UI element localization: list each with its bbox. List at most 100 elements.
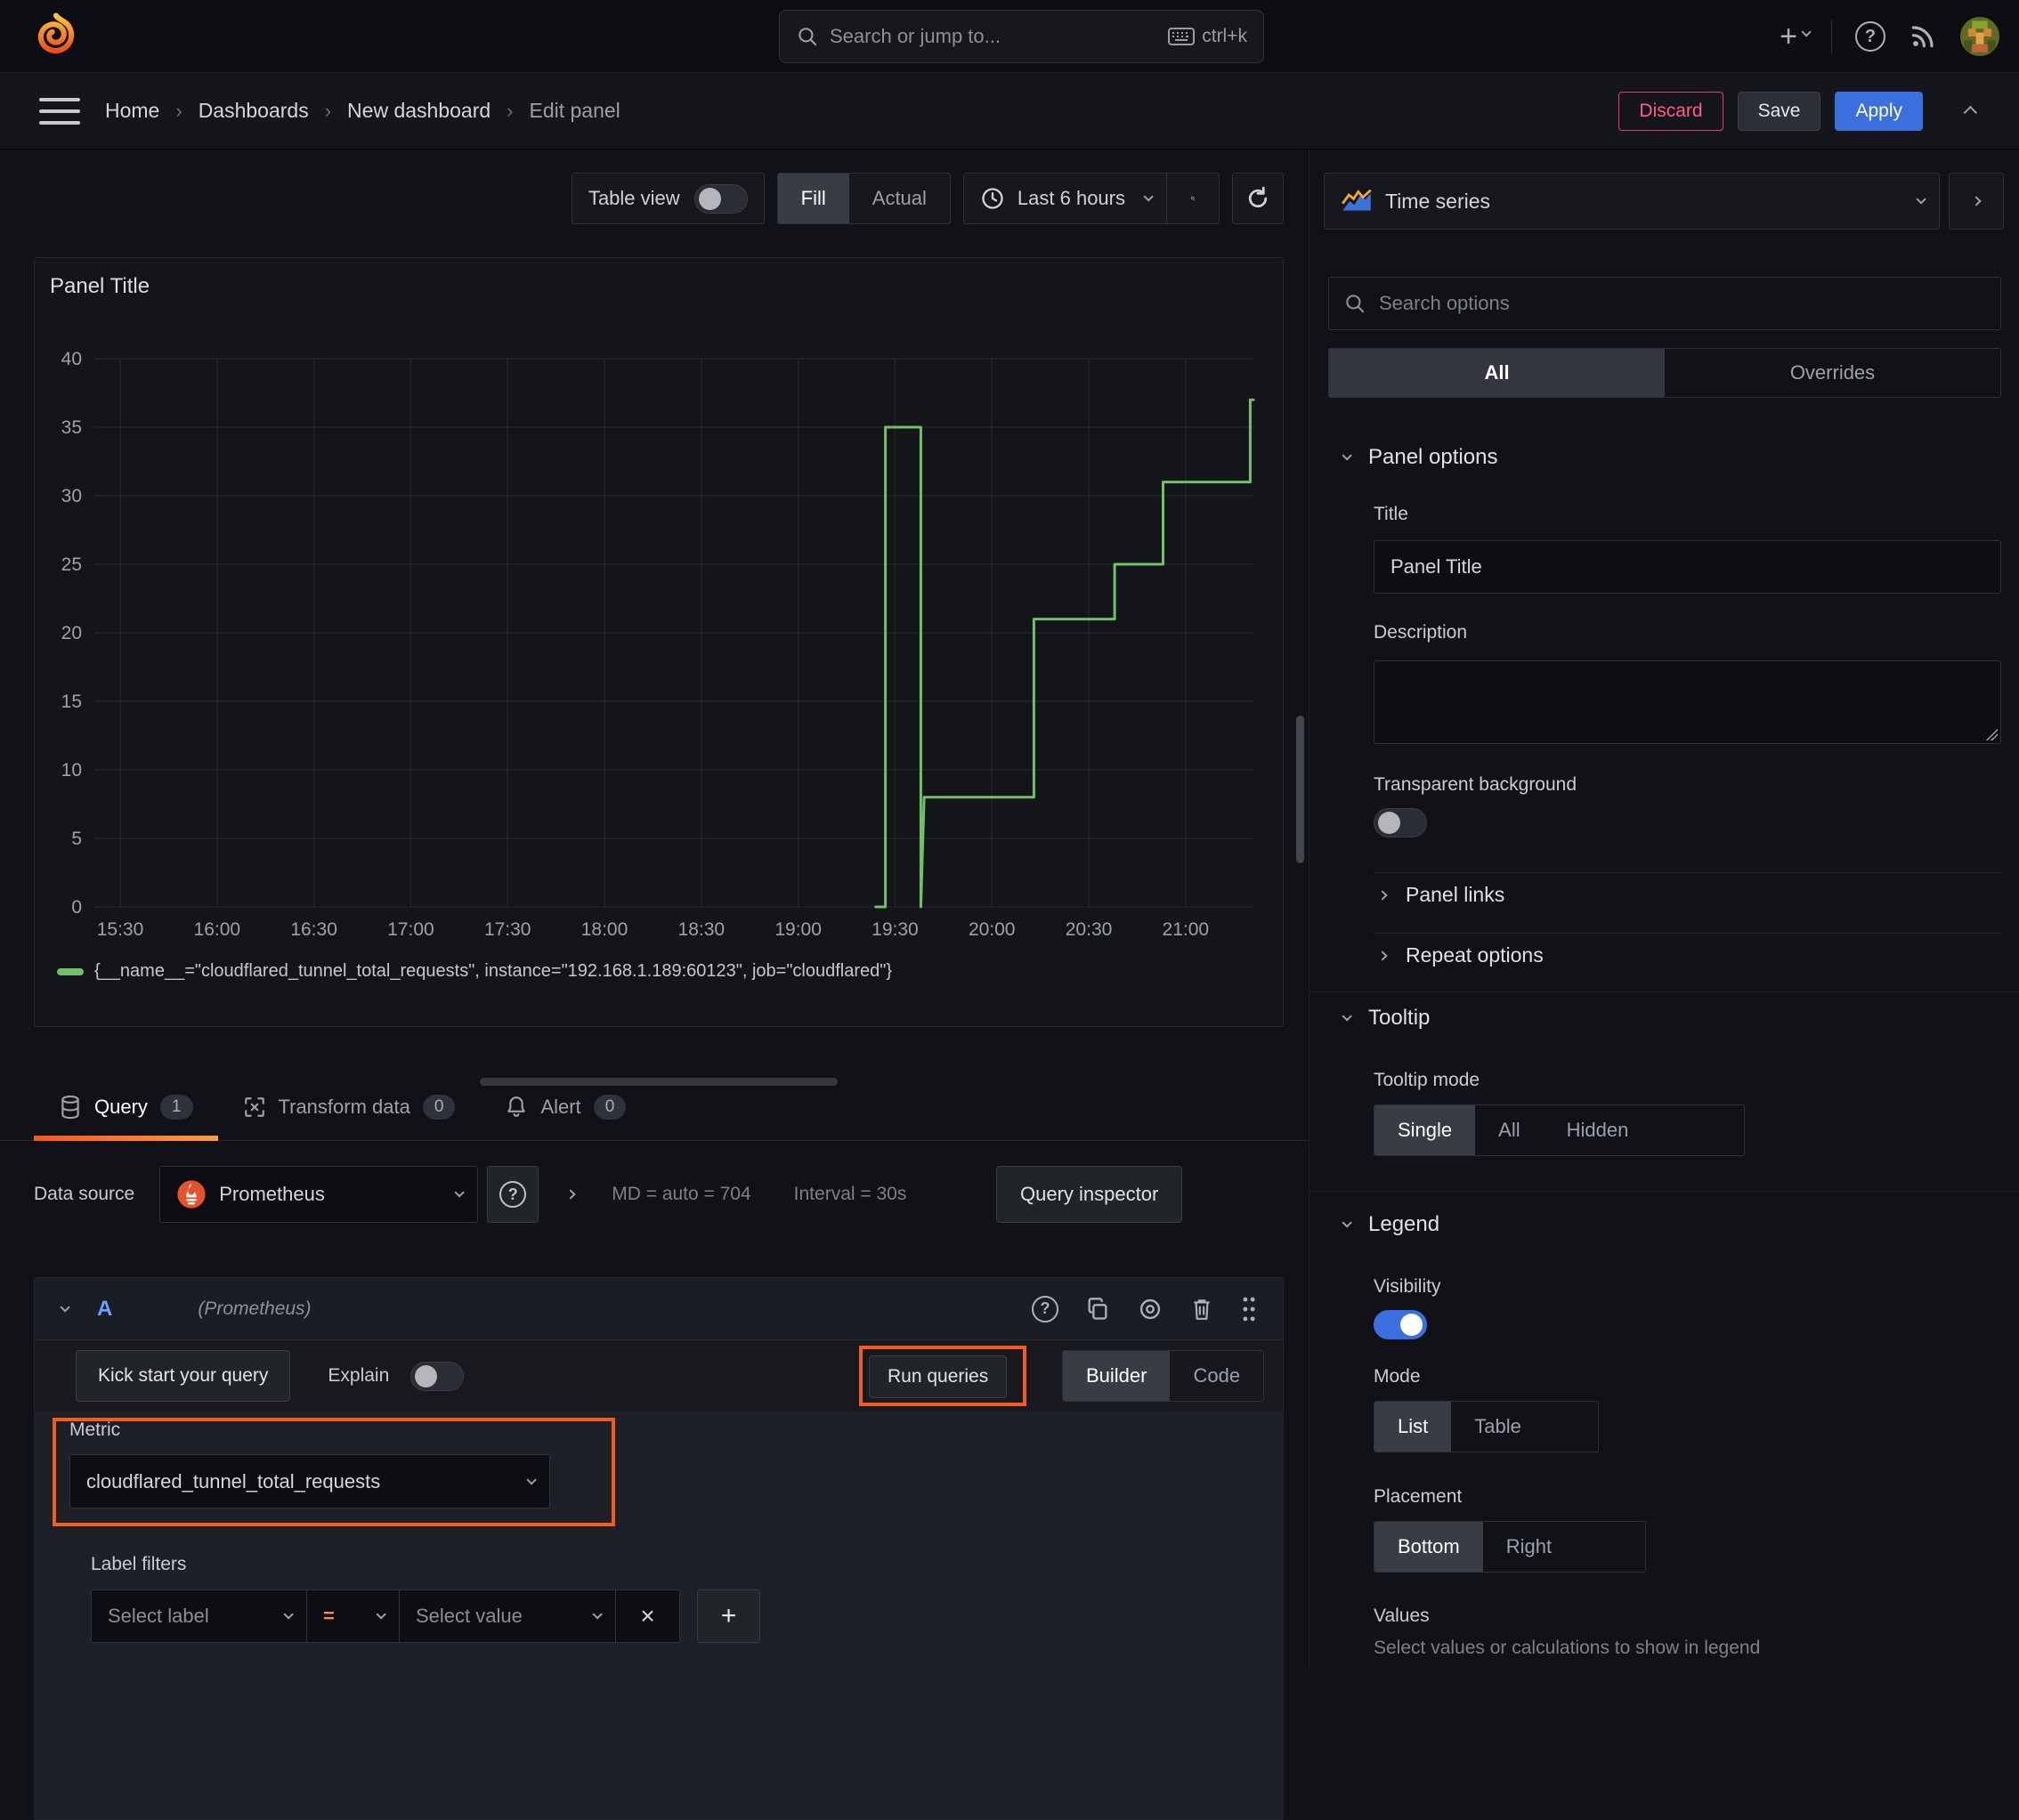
query-inspector-button[interactable]: Query inspector [996, 1166, 1183, 1223]
breadcrumb-new-dashboard[interactable]: New dashboard [347, 99, 491, 123]
zoom-out-button[interactable] [1167, 174, 1219, 223]
svg-text:10: 10 [61, 760, 82, 781]
duplicate-query-icon[interactable] [1085, 1297, 1110, 1322]
legend-visibility-label: Visibility [1374, 1276, 1441, 1297]
tooltip-section-header[interactable]: Tooltip [1342, 1006, 1430, 1031]
panel-title-input[interactable] [1374, 540, 2001, 594]
tooltip-mode-single[interactable]: Single [1374, 1105, 1476, 1155]
query-builder-toolbar: Kick start your query Explain Run querie… [35, 1340, 1283, 1412]
legend-placement-switch: Bottom Right [1374, 1521, 1646, 1573]
explain-label: Explain [328, 1365, 390, 1386]
query-ref-id: A [97, 1296, 113, 1321]
query-row-actions: ? [1032, 1295, 1258, 1323]
options-search-input[interactable] [1379, 292, 1986, 315]
code-option[interactable]: Code [1170, 1351, 1263, 1401]
add-filter-button[interactable]: + [697, 1589, 760, 1643]
legend-mode-list[interactable]: List [1374, 1402, 1452, 1452]
time-series-chart[interactable]: 0 5 10 15 20 25 30 35 40 15:30 16:00 16:30 17:00 17:3… [35, 258, 1285, 1028]
breadcrumb-bar: Home › Dashboards › New dashboard › Edit… [0, 73, 2019, 150]
legend-mode-table[interactable]: Table [1451, 1402, 1545, 1452]
legend-visibility-toggle[interactable] [1374, 1310, 1427, 1339]
nav-divider [1831, 20, 1832, 53]
tab-transform-data[interactable]: Transform data 0 [218, 1073, 481, 1140]
title-field-label: Title [1374, 504, 1408, 524]
metric-select[interactable]: cloudflared_tunnel_total_requests [69, 1454, 550, 1509]
panel-options-sidebar: Time series All Overrides Panel options … [1309, 150, 2019, 1666]
remove-filter-button[interactable]: × [616, 1589, 680, 1643]
fill-option[interactable]: Fill [777, 174, 849, 223]
explain-toggle[interactable] [410, 1361, 465, 1391]
transparent-background-toggle[interactable] [1374, 808, 1427, 837]
breadcrumb-dashboards[interactable]: Dashboards [199, 99, 309, 123]
svg-text:17:30: 17:30 [484, 919, 531, 940]
grafana-logo[interactable] [32, 12, 80, 61]
tab-all-options[interactable]: All [1329, 349, 1665, 397]
visualization-picker[interactable]: Time series [1324, 173, 1940, 230]
explain-control: Explain [328, 1361, 465, 1391]
tab-alert[interactable]: Alert 0 [480, 1073, 651, 1140]
svg-text:19:00: 19:00 [774, 919, 822, 940]
panel-options-section-header[interactable]: Panel options [1342, 445, 1497, 470]
textarea-resize-grip[interactable] [1983, 726, 1998, 740]
svg-text:35: 35 [61, 417, 82, 438]
visualization-name: Time series [1385, 189, 1490, 213]
global-search-input[interactable]: Search or jump to... ctrl+k [779, 10, 1264, 63]
query-row-header[interactable]: A (Prometheus) ? [35, 1278, 1283, 1340]
transparent-background-label: Transparent background [1374, 774, 1577, 795]
expand-stats-icon[interactable] [565, 1186, 576, 1202]
help-icon[interactable]: ? [1855, 21, 1885, 52]
datasource-picker[interactable]: Prometheus [159, 1166, 479, 1223]
time-range-picker[interactable]: Last 6 hours [964, 174, 1167, 223]
svg-text:15: 15 [61, 692, 82, 712]
tooltip-mode-hidden[interactable]: Hidden [1544, 1105, 1652, 1155]
scrollbar-thumb[interactable] [1296, 716, 1304, 863]
breadcrumb-separator: › [324, 99, 332, 122]
kick-start-query-button[interactable]: Kick start your query [76, 1350, 291, 1402]
drag-query-grip-icon[interactable] [1240, 1296, 1258, 1323]
svg-text:18:00: 18:00 [581, 919, 628, 940]
toggle-visibility-eye-icon[interactable] [1137, 1297, 1164, 1322]
datasource-help-button[interactable]: ? [487, 1166, 539, 1223]
news-rss-icon[interactable] [1909, 22, 1937, 51]
delete-query-trash-icon[interactable] [1190, 1297, 1213, 1322]
legend-placement-right[interactable]: Right [1483, 1522, 1575, 1572]
query-help-icon[interactable]: ? [1032, 1295, 1058, 1323]
description-textarea[interactable] [1374, 660, 2001, 744]
breadcrumb-separator: › [507, 99, 514, 122]
repeat-options-section-header[interactable]: Repeat options [1377, 943, 1544, 967]
run-queries-button[interactable]: Run queries [869, 1355, 1008, 1398]
operator-dropdown[interactable]: = [307, 1589, 400, 1643]
svg-text:20:00: 20:00 [969, 919, 1016, 940]
builder-option[interactable]: Builder [1063, 1351, 1171, 1401]
select-value-dropdown[interactable]: Select value [400, 1589, 616, 1643]
interval-stat: Interval = 30s [793, 1184, 907, 1204]
breadcrumb-home[interactable]: Home [105, 99, 159, 123]
menu-toggle-icon[interactable] [39, 97, 80, 125]
database-icon [59, 1095, 82, 1120]
legend-placement-bottom[interactable]: Bottom [1374, 1522, 1483, 1572]
apply-button[interactable]: Apply [1835, 91, 1923, 131]
table-view-toggle[interactable] [693, 183, 748, 214]
collapse-options-icon[interactable] [1951, 91, 1992, 132]
svg-text:17:00: 17:00 [387, 919, 434, 940]
discard-button[interactable]: Discard [1618, 91, 1723, 131]
editor-tabs: Query 1 Transform data 0 Alert 0 [0, 1073, 1309, 1141]
chart-legend[interactable]: {__name__="cloudflared_tunnel_total_requ… [57, 961, 892, 982]
refresh-button[interactable] [1232, 173, 1284, 224]
query-builder-body: Metric cloudflared_tunnel_total_requests… [35, 1412, 1283, 1819]
user-avatar[interactable] [1960, 17, 1999, 56]
svg-text:5: 5 [71, 829, 82, 849]
tooltip-mode-all[interactable]: All [1475, 1105, 1543, 1155]
toggle-viz-picker-button[interactable] [1949, 173, 2004, 230]
panel-links-section-header[interactable]: Panel links [1377, 883, 1504, 907]
collapse-query-icon[interactable] [60, 1301, 70, 1313]
actual-option[interactable]: Actual [849, 174, 950, 223]
tab-query[interactable]: Query 1 [34, 1073, 218, 1141]
legend-section-header[interactable]: Legend [1342, 1212, 1439, 1237]
tab-overrides[interactable]: Overrides [1665, 349, 2000, 397]
run-queries-highlight-box: Run queries [859, 1346, 1026, 1406]
add-new-button[interactable]: + [1780, 21, 1812, 52]
save-button[interactable]: Save [1737, 91, 1821, 131]
label-filters-label: Label filters [91, 1554, 187, 1574]
select-label-dropdown[interactable]: Select label [91, 1589, 307, 1643]
